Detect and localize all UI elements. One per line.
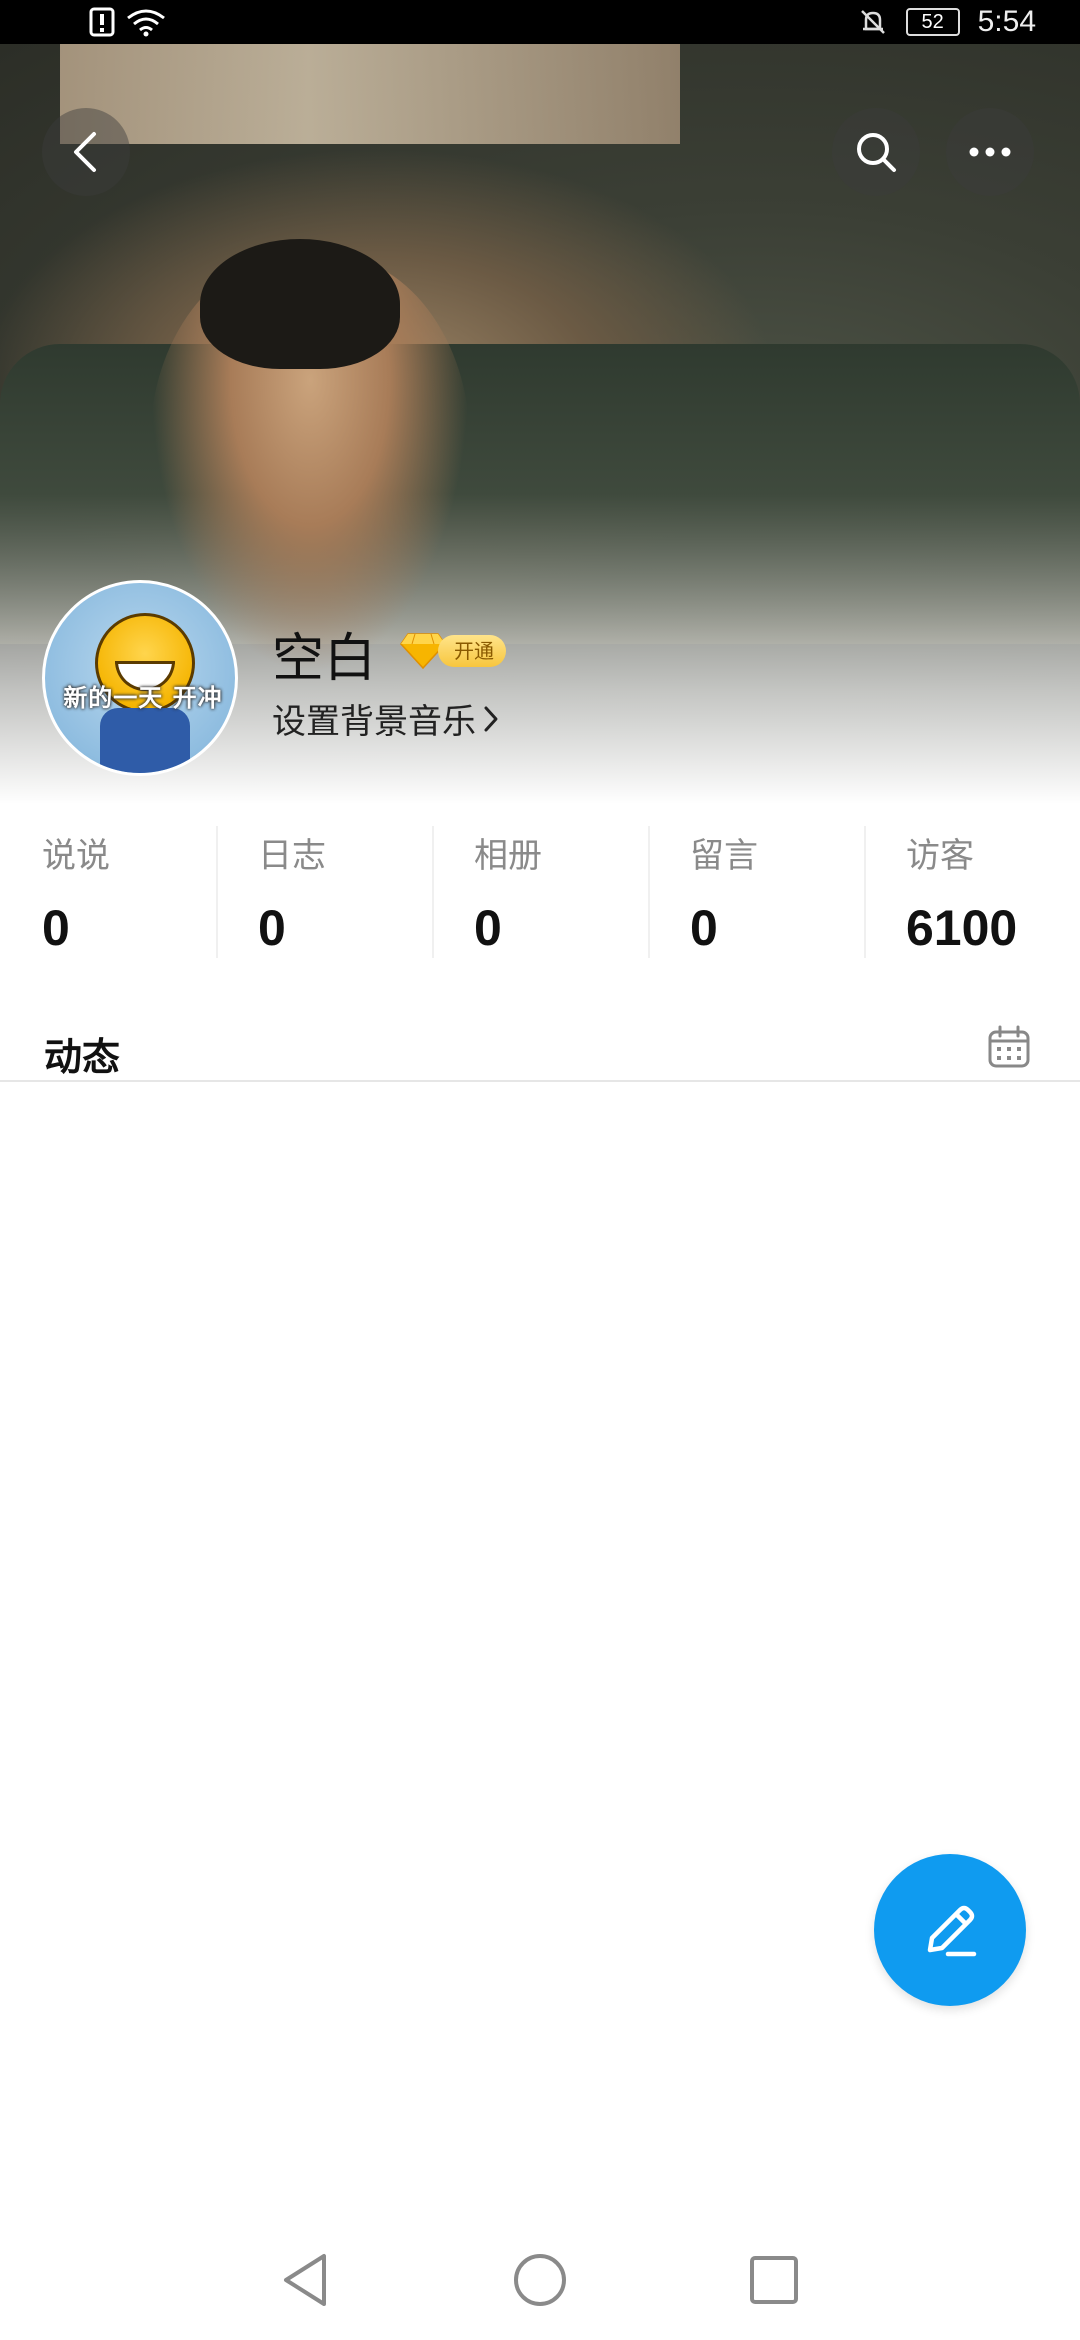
stat-label: 日志 [258, 836, 326, 876]
music-link-label: 设置背景音乐 [272, 702, 476, 742]
avatar-body [100, 708, 190, 773]
triangle-back-icon [284, 2254, 326, 2306]
stats-bar: 说说 0 日志 0 相册 0 留言 0 访客 6100 [0, 820, 1080, 966]
status-left-icons [88, 6, 168, 38]
wifi-icon [127, 9, 165, 37]
system-nav-bar [0, 2220, 1080, 2340]
stat-label: 留言 [690, 836, 758, 876]
square-recents-icon [750, 2256, 798, 2304]
search-button[interactable] [832, 108, 920, 196]
nav-recents-button[interactable] [742, 2248, 806, 2312]
nav-back-button[interactable] [274, 2248, 338, 2312]
compose-post-button[interactable] [874, 1854, 1026, 2006]
stat-label: 相册 [474, 836, 542, 876]
feed-title: 动态 [44, 1035, 121, 1079]
username: 空白 [272, 629, 377, 689]
stat-value: 0 [42, 900, 70, 956]
chevron-right-icon [484, 706, 498, 731]
back-icon [74, 132, 96, 172]
stat-messages[interactable]: 留言 0 [648, 820, 864, 966]
more-button[interactable] [946, 108, 1034, 196]
back-button[interactable] [42, 108, 130, 196]
calendar-button[interactable] [986, 1024, 1032, 1070]
stat-posts[interactable]: 说说 0 [0, 820, 216, 966]
calendar-icon [988, 1025, 1030, 1068]
stat-value: 0 [474, 900, 502, 956]
stat-value: 0 [690, 900, 718, 956]
cover-figure-hair [200, 239, 400, 369]
stat-value: 6100 [906, 900, 1018, 956]
status-bar: 52 5:54 [0, 0, 1080, 44]
stat-label: 访客 [906, 836, 974, 876]
stat-blogs[interactable]: 日志 0 [216, 820, 432, 966]
set-background-music-link[interactable]: 设置背景音乐 [272, 694, 500, 743]
status-right-icons: 52 5:54 [858, 0, 1036, 44]
stat-visitors[interactable]: 访客 6100 [864, 820, 1080, 966]
mute-bell-icon [860, 10, 885, 34]
vip-badge[interactable]: 开通 [400, 632, 506, 670]
circle-home-icon [514, 2254, 566, 2306]
edit-icon [927, 1905, 977, 1957]
search-icon [857, 133, 896, 172]
alert-icon [89, 7, 115, 37]
cover-poster [60, 44, 680, 144]
clock: 5:54 [977, 5, 1036, 38]
feed-header: 动态 [0, 1018, 1080, 1082]
avatar-caption: 新的一天 开冲 [63, 684, 223, 712]
stat-albums[interactable]: 相册 0 [432, 820, 648, 966]
stat-value: 0 [258, 900, 286, 956]
vip-open-label: 开通 [438, 635, 506, 667]
nav-home-button[interactable] [508, 2248, 572, 2312]
avatar[interactable]: 新的一天 开冲 [42, 580, 238, 776]
more-icon [969, 147, 1011, 157]
battery-icon: 52 [905, 8, 960, 36]
stat-label: 说说 [42, 836, 110, 876]
